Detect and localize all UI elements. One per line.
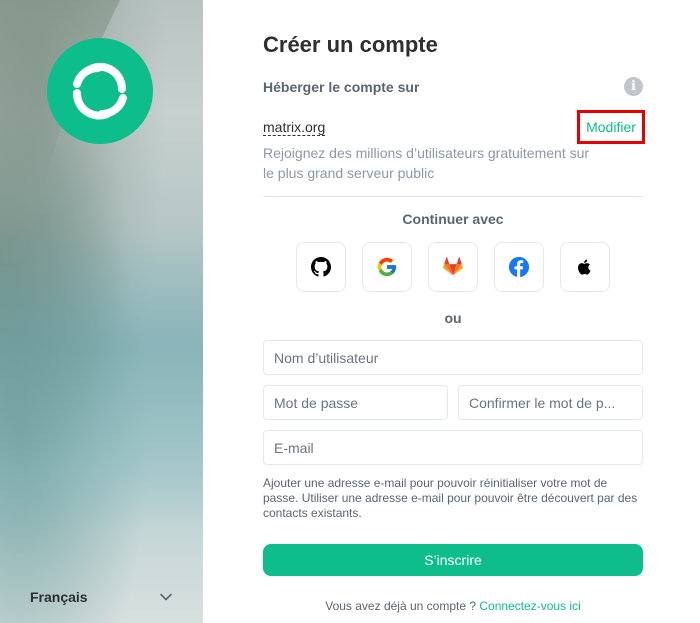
username-input[interactable] (263, 340, 643, 375)
server-name[interactable]: matrix.org (263, 119, 326, 136)
gitlab-icon (443, 257, 463, 276)
server-description: Rejoignez des millions d’utilisateurs gr… (263, 145, 590, 181)
background-lake (0, 230, 203, 530)
google-icon (377, 257, 397, 277)
background-panel: Français (0, 0, 203, 623)
login-link[interactable]: Connectez-vous ici (479, 599, 580, 613)
modify-server-button[interactable]: Modifier (577, 110, 645, 144)
login-prompt-row: Vous avez déjà un compte ? Connectez-vou… (263, 599, 643, 613)
github-icon (311, 257, 331, 277)
or-separator: ou (444, 310, 462, 326)
divider (263, 196, 643, 197)
element-logo (47, 38, 153, 144)
language-dropdown[interactable]: Français (30, 586, 172, 608)
confirm-password-input[interactable] (458, 385, 643, 420)
login-prompt: Vous avez déjà un compte ? (325, 599, 477, 613)
email-input[interactable] (263, 430, 643, 465)
google-sso-button[interactable] (362, 242, 412, 292)
chevron-down-icon (160, 593, 172, 601)
sso-buttons (296, 242, 610, 292)
apple-icon (578, 259, 591, 275)
email-help-text: Ajouter une adresse e-mail pour pouvoir … (263, 476, 638, 520)
register-button[interactable]: S’inscrire (263, 544, 643, 576)
password-input[interactable] (263, 385, 448, 420)
gitlab-sso-button[interactable] (428, 242, 478, 292)
facebook-sso-button[interactable] (494, 242, 544, 292)
github-sso-button[interactable] (296, 242, 346, 292)
continue-with-label: Continuer avec (402, 211, 504, 227)
apple-sso-button[interactable] (560, 242, 610, 292)
language-label: Français (30, 589, 88, 605)
page-title: Créer un compte (263, 32, 438, 57)
host-label: Héberger le compte sur (263, 79, 420, 95)
info-icon[interactable]: i (624, 77, 643, 96)
facebook-icon (508, 256, 530, 278)
element-logo-icon (73, 62, 127, 120)
